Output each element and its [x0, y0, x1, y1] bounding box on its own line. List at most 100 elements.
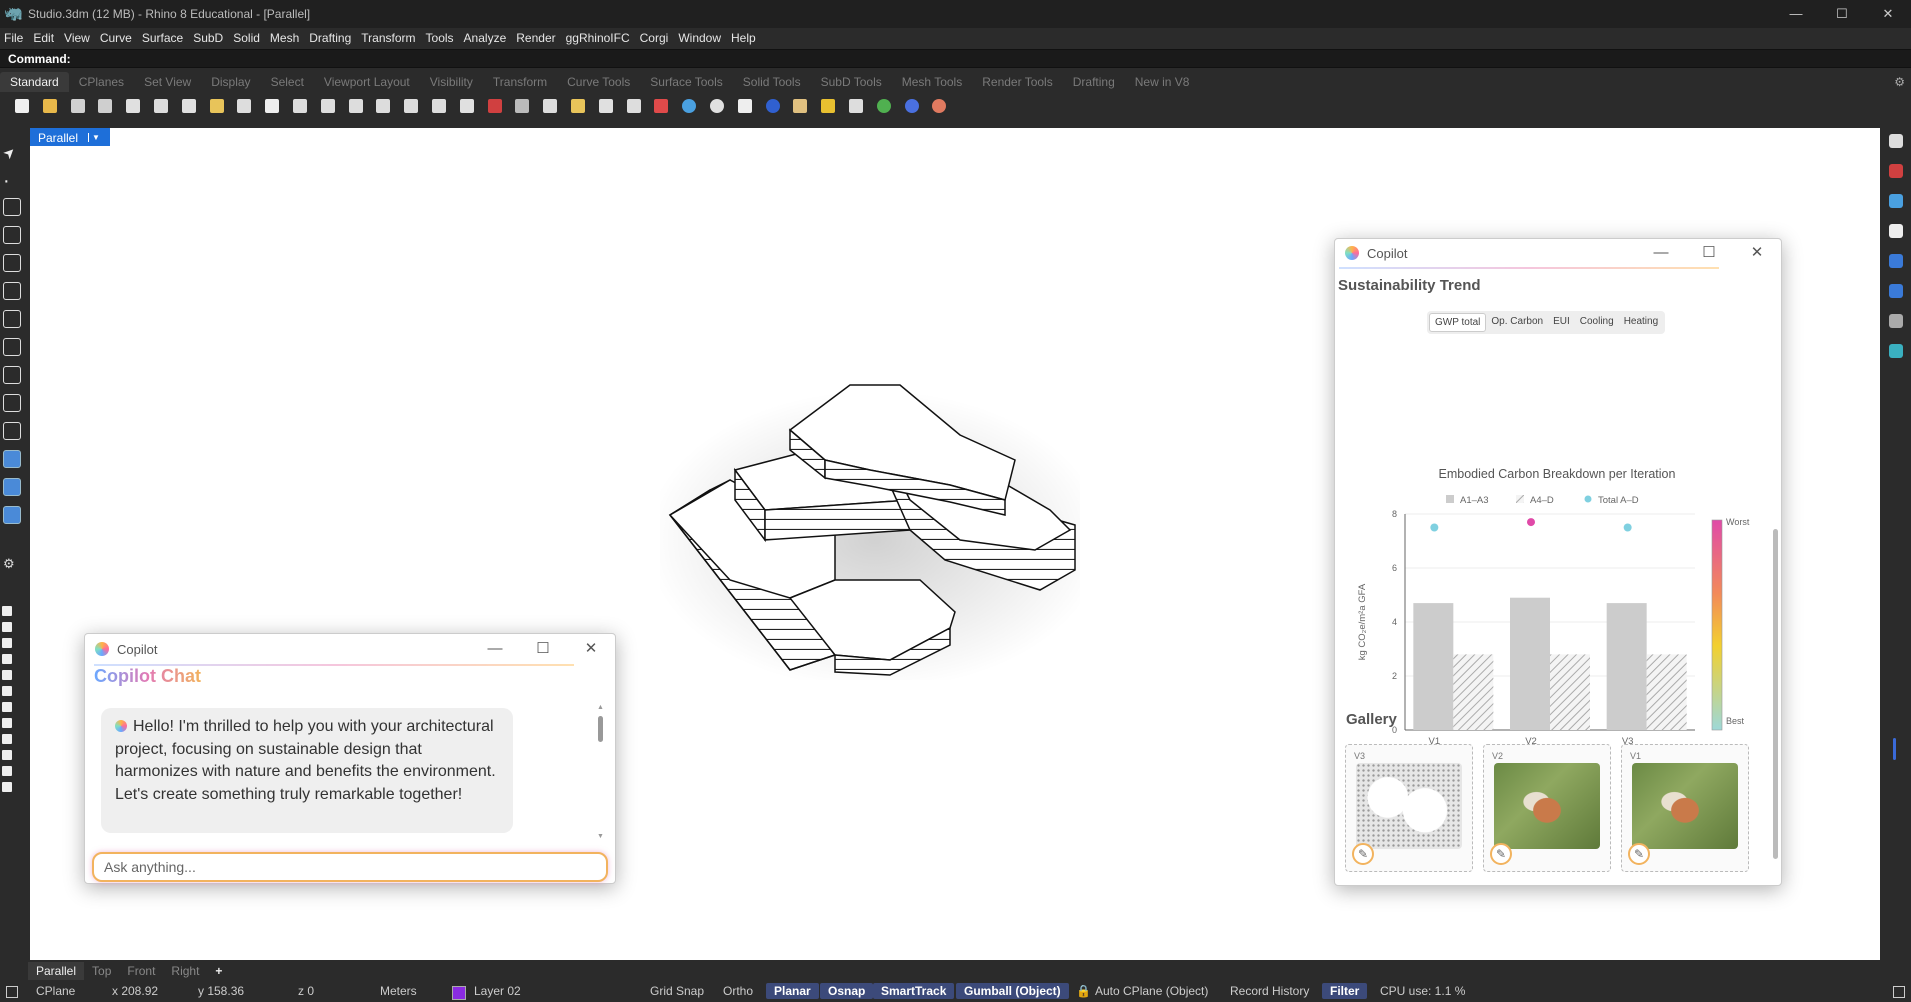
tab-visibility[interactable]: Visibility	[420, 72, 483, 92]
tab-drafting[interactable]: Drafting	[1063, 72, 1125, 92]
chat-minimize-button[interactable]: —	[471, 634, 519, 664]
help-icon[interactable]	[900, 95, 924, 117]
gumball-toggle[interactable]: Gumball (Object)	[956, 983, 1069, 999]
viewport-layout-icon[interactable]	[455, 95, 479, 117]
select-arrow-icon[interactable]: ➤	[0, 138, 25, 163]
menu-mesh[interactable]: Mesh	[268, 31, 305, 45]
close-button[interactable]: ✕	[1865, 0, 1911, 28]
status-cplane[interactable]: CPlane	[36, 984, 75, 998]
copy-icon[interactable]	[177, 95, 201, 117]
sphere-color-icon[interactable]	[927, 95, 951, 117]
viewport-tab-right[interactable]: Right	[163, 962, 207, 980]
menu-analyze[interactable]: Analyze	[462, 31, 513, 45]
material-icon[interactable]	[761, 95, 785, 117]
display-mode-icon[interactable]	[510, 95, 534, 117]
sun-icon[interactable]	[816, 95, 840, 117]
viewport-tab-top[interactable]: Top	[84, 962, 119, 980]
layer-visibility-checkbox[interactable]	[2, 750, 12, 760]
tab-select[interactable]: Select	[261, 72, 314, 92]
status-units[interactable]: Meters	[380, 984, 417, 998]
tab-mesh-tools[interactable]: Mesh Tools	[892, 72, 972, 92]
point-icon[interactable]: ·	[3, 170, 21, 192]
menu-curve[interactable]: Curve	[98, 31, 138, 45]
layer-icon[interactable]	[649, 95, 673, 117]
camera-icon[interactable]	[1889, 314, 1903, 328]
status-layer[interactable]: Layer 02	[474, 984, 521, 998]
chat-maximize-button[interactable]: ☐	[519, 634, 567, 664]
record-history-toggle[interactable]: Record History	[1230, 984, 1309, 998]
layer-visibility-checkbox[interactable]	[2, 606, 12, 616]
print-icon[interactable]	[93, 95, 117, 117]
import-icon[interactable]	[121, 95, 145, 117]
lights-icon[interactable]	[1889, 284, 1903, 298]
color-wheel-icon[interactable]	[677, 95, 701, 117]
display-color-icon[interactable]	[1889, 194, 1903, 208]
smarttrack-toggle[interactable]: SmartTrack	[873, 983, 955, 999]
metric-tab-gwp-total[interactable]: GWP total	[1429, 313, 1487, 332]
zoom-selected-icon[interactable]	[399, 95, 423, 117]
zoom-window-icon[interactable]	[344, 95, 368, 117]
chat-close-button[interactable]: ✕	[567, 634, 615, 664]
layer-visibility-checkbox[interactable]	[2, 638, 12, 648]
tab-cplanes[interactable]: CPlanes	[69, 72, 134, 92]
tab-curve-tools[interactable]: Curve Tools	[557, 72, 640, 92]
menu-subd[interactable]: SubD	[191, 31, 229, 45]
viewport-tab-front[interactable]: Front	[119, 962, 163, 980]
metric-tab-eui[interactable]: EUI	[1548, 313, 1575, 332]
layers-icon[interactable]	[1889, 164, 1903, 178]
layer-visibility-checkbox[interactable]	[2, 686, 12, 696]
add-viewport-button[interactable]: +	[207, 962, 230, 980]
dimension-icon[interactable]	[844, 95, 868, 117]
tab-new-in-v8[interactable]: New in V8	[1125, 72, 1200, 92]
grid-snap-toggle[interactable]: Grid Snap	[650, 984, 704, 998]
viewport-dropdown-icon[interactable]: ▼	[88, 133, 100, 142]
viewport-label[interactable]: Parallel ▼	[30, 128, 110, 146]
layer-visibility-checkbox[interactable]	[2, 670, 12, 680]
filter-toggle[interactable]: Filter	[1322, 983, 1368, 999]
menu-surface[interactable]: Surface	[140, 31, 189, 45]
gallery-card-v1[interactable]: V1 ✎	[1621, 744, 1749, 872]
extrude-icon[interactable]	[3, 422, 21, 440]
texture-icon[interactable]	[733, 95, 757, 117]
arc-icon[interactable]	[3, 282, 21, 300]
layer-visibility-checkbox[interactable]	[2, 654, 12, 664]
ortho-toggle[interactable]: Ortho	[723, 984, 753, 998]
tab-solid-tools[interactable]: Solid Tools	[733, 72, 811, 92]
sus-minimize-button[interactable]: —	[1637, 239, 1685, 267]
light-icon[interactable]	[594, 95, 618, 117]
menu-ggrhinoifc[interactable]: ggRhinoIFC	[564, 31, 636, 45]
chat-scrollbar[interactable]: ▲ ▼	[597, 704, 605, 840]
named-views-icon[interactable]	[427, 95, 451, 117]
layer-visibility-checkbox[interactable]	[2, 734, 12, 744]
layer-visibility-checkbox[interactable]	[2, 718, 12, 728]
properties-icon[interactable]	[1889, 134, 1903, 148]
box-icon[interactable]	[3, 450, 21, 468]
ellipse-icon[interactable]	[3, 366, 21, 384]
layer-visibility-checkbox[interactable]	[2, 702, 12, 712]
tab-subd-tools[interactable]: SubD Tools	[811, 72, 892, 92]
fillet-icon[interactable]	[3, 394, 21, 412]
undo-icon[interactable]	[232, 95, 256, 117]
lock-icon[interactable]	[622, 95, 646, 117]
settings-gear-icon[interactable]: ⚙	[3, 556, 21, 574]
tab-transform[interactable]: Transform	[483, 72, 557, 92]
sus-close-button[interactable]: ✕	[1733, 239, 1781, 267]
menu-view[interactable]: View	[62, 31, 96, 45]
menu-window[interactable]: Window	[676, 31, 727, 45]
materials-icon[interactable]	[1889, 254, 1903, 268]
menu-edit[interactable]: Edit	[31, 31, 60, 45]
edit-icon[interactable]: ✎	[1352, 843, 1374, 865]
menu-transform[interactable]: Transform	[359, 31, 421, 45]
gallery-card-v2[interactable]: V2 ✎	[1483, 744, 1611, 872]
command-line[interactable]: Command:	[0, 49, 1911, 68]
polygon-icon[interactable]	[3, 338, 21, 356]
layer-visibility-checkbox[interactable]	[2, 782, 12, 792]
minimize-button[interactable]: —	[1773, 0, 1819, 28]
render-sphere-icon[interactable]	[705, 95, 729, 117]
auto-cplane-toggle[interactable]: Auto CPlane (Object)	[1095, 984, 1208, 998]
chat-input[interactable]: Ask anything...	[92, 852, 608, 882]
viewport-tab-parallel[interactable]: Parallel	[28, 962, 85, 980]
maximize-button[interactable]: ☐	[1819, 0, 1865, 28]
menu-drafting[interactable]: Drafting	[307, 31, 357, 45]
tab-display[interactable]: Display	[201, 72, 260, 92]
